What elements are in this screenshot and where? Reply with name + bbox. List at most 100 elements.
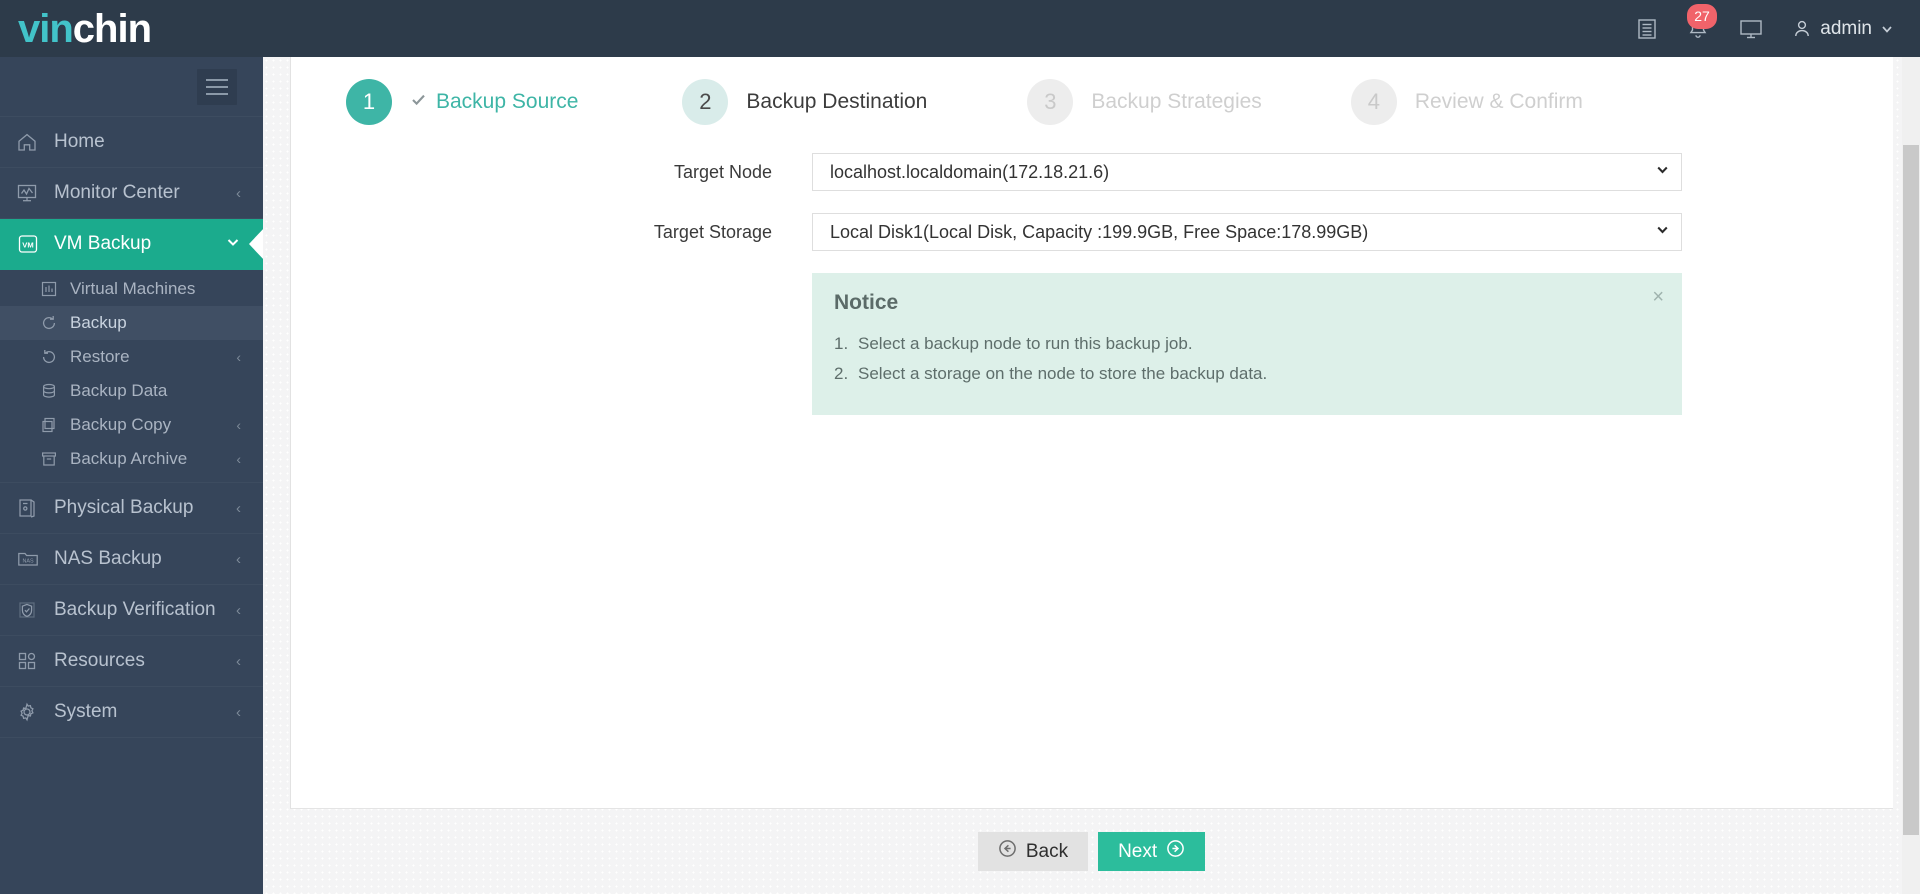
top-header-bar: vinchin 27 admin [0, 0, 1920, 57]
chevron-right-icon: ‹ [236, 451, 241, 467]
step-label-wrap: Backup Source [410, 90, 578, 114]
sidebar-subitem-label: Restore [70, 347, 130, 366]
wizard-footer: Back Next [290, 809, 1893, 894]
gear-icon [16, 701, 50, 723]
user-menu[interactable]: admin [1792, 18, 1894, 40]
notice-list: 1. Select a backup node to run this back… [834, 329, 1660, 389]
sidebar-subitem-backup-data[interactable]: Backup Data ‹ [0, 374, 263, 408]
server-icon [16, 497, 50, 519]
copy-icon [40, 416, 68, 434]
sidebar-item-label: Physical Backup [54, 497, 194, 518]
chevron-right-icon: ‹ [236, 550, 241, 568]
backup-destination-form: Target Node localhost.localdomain(172.18… [291, 125, 1893, 415]
sidebar-item-monitor-center[interactable]: Monitor Center ‹ [0, 168, 263, 219]
step-label: Backup Source [436, 90, 579, 113]
wizard-step-backup-strategies[interactable]: 3 Backup Strategies [1027, 79, 1262, 125]
refresh-icon [40, 314, 68, 332]
vm-list-icon [40, 280, 68, 298]
user-icon [1795, 20, 1810, 36]
nas-folder-icon: NAS [16, 548, 50, 570]
shield-check-icon [16, 599, 50, 621]
page-scrollbar-thumb[interactable] [1903, 145, 1919, 835]
target-storage-select-wrap: Local Disk1(Local Disk, Capacity :199.9G… [812, 213, 1682, 251]
sidebar-subitem-virtual-machines[interactable]: Virtual Machines [0, 272, 263, 306]
sidebar-item-system[interactable]: System ‹ [0, 687, 263, 738]
sidebar-item-backup-verification[interactable]: Backup Verification ‹ [0, 585, 263, 636]
sidebar-nav: Home Monitor Center ‹ VM VM Backup Virtu… [0, 57, 263, 894]
home-icon [16, 131, 50, 153]
sidebar-subitem-label: Backup Data [70, 381, 168, 400]
page-scrollbar-track[interactable] [1902, 57, 1920, 894]
monitor-chart-icon [16, 182, 50, 204]
form-row-target-node: Target Node localhost.localdomain(172.18… [291, 153, 1893, 191]
close-icon[interactable]: × [1652, 287, 1664, 307]
chevron-right-icon: ‹ [236, 652, 241, 670]
sidebar-item-physical-backup[interactable]: Physical Backup ‹ [0, 483, 263, 534]
log-list-icon[interactable] [1636, 18, 1658, 40]
chevron-right-icon: ‹ [236, 184, 241, 202]
sidebar-item-label: Resources [54, 650, 145, 671]
check-icon [410, 91, 427, 113]
sidebar-item-nas-backup[interactable]: NAS NAS Backup ‹ [0, 534, 263, 585]
sidebar-subitem-restore[interactable]: Restore ‹ [0, 340, 263, 374]
arrow-left-circle-icon [998, 839, 1017, 864]
notification-bell-icon[interactable]: 27 [1686, 3, 1717, 41]
sidebar-subitem-backup-copy[interactable]: Backup Copy ‹ [0, 408, 263, 442]
target-node-select-wrap: localhost.localdomain(172.18.21.6) [812, 153, 1682, 191]
monitor-icon[interactable] [1738, 17, 1764, 41]
chevron-down-icon [1882, 25, 1892, 33]
wizard-stepper: 1 Backup Source 2 Backup Destination 3 B… [291, 57, 1893, 125]
chevron-right-icon: ‹ [236, 417, 241, 433]
back-button[interactable]: Back [977, 832, 1089, 871]
chevron-right-icon: ‹ [236, 601, 241, 619]
chevron-right-icon: ‹ [236, 499, 241, 517]
sidebar-toggle-row [0, 57, 263, 117]
grid-icon [16, 650, 50, 672]
target-storage-label: Target Storage [653, 221, 772, 242]
chevron-right-icon: ‹ [236, 349, 241, 365]
sidebar-item-resources[interactable]: Resources ‹ [0, 636, 263, 687]
wizard-step-backup-source[interactable]: 1 Backup Source [346, 79, 578, 125]
arrow-right-circle-icon [1166, 839, 1185, 864]
sidebar-subitem-backup-archive[interactable]: Backup Archive ‹ [0, 442, 263, 476]
database-icon [40, 382, 68, 400]
restore-icon [40, 348, 68, 366]
notice-title: Notice [834, 291, 899, 314]
app-root: vinchin 27 admin Home Monitor Center ‹ V… [0, 0, 1920, 894]
app-logo[interactable]: vinchin [0, 9, 263, 49]
step-label: Backup Destination [746, 90, 928, 113]
sidebar-item-home[interactable]: Home [0, 117, 263, 168]
notice-list-item: 2. Select a storage on the node to store… [834, 359, 1660, 389]
sidebar-item-label: VM Backup [54, 233, 152, 254]
chevron-right-icon: ‹ [236, 703, 241, 721]
sidebar-subitem-label: Backup Archive [70, 449, 188, 468]
step-number: 1 [346, 79, 392, 125]
sidebar-subitem-label: Backup [70, 313, 127, 332]
target-node-select[interactable]: localhost.localdomain(172.18.21.6) [812, 153, 1682, 191]
hamburger-icon[interactable] [197, 68, 237, 105]
sidebar-item-vm-backup[interactable]: VM VM Backup [0, 219, 263, 270]
notice-item-number: 1. [834, 334, 849, 353]
next-button[interactable]: Next [1098, 832, 1206, 871]
sidebar-item-label: System [54, 701, 118, 722]
notice-item-text: Select a storage on the node to store th… [858, 364, 1268, 383]
sidebar-subitem-label: Virtual Machines [70, 279, 196, 298]
wizard-step-backup-destination[interactable]: 2 Backup Destination [682, 79, 927, 125]
logo-text-secondary: chin [72, 6, 152, 51]
sidebar-item-label: Monitor Center [54, 182, 180, 203]
sidebar-subitem-label: Backup Copy [70, 415, 172, 434]
wizard-step-review-confirm[interactable]: 4 Review & Confirm [1350, 79, 1583, 125]
archive-icon [40, 450, 68, 468]
chevron-down-icon [225, 234, 241, 254]
sidebar-submenu-vm-backup: Virtual Machines Backup Restore ‹ Backup… [0, 270, 263, 483]
step-number: 4 [1350, 79, 1397, 125]
vm-icon: VM [16, 232, 50, 256]
sidebar-item-label: Backup Verification [54, 599, 216, 620]
sidebar-subitem-backup[interactable]: Backup [0, 306, 263, 340]
form-row-target-storage: Target Storage Local Disk1(Local Disk, C… [291, 213, 1893, 251]
step-number: 3 [1027, 79, 1074, 125]
svg-text:NAS: NAS [22, 558, 33, 564]
target-storage-select[interactable]: Local Disk1(Local Disk, Capacity :199.9G… [812, 213, 1682, 251]
target-node-label: Target Node [673, 161, 772, 182]
username-label: admin [1820, 17, 1872, 39]
